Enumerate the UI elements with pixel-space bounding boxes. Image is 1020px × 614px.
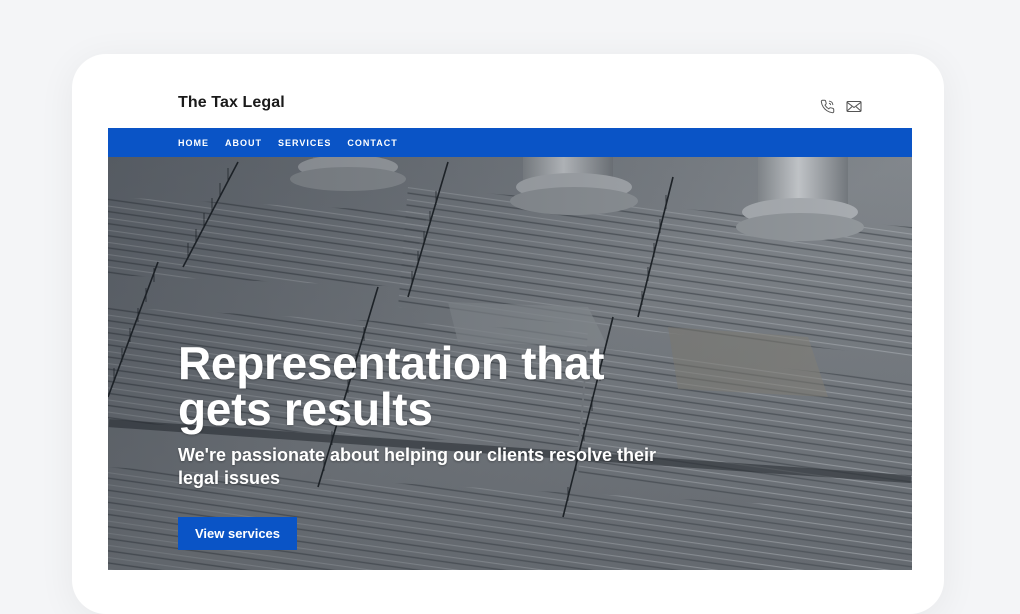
site-header: The Tax Legal bbox=[108, 84, 912, 128]
nav-item-home[interactable]: HOME bbox=[178, 138, 209, 148]
phone-icon[interactable] bbox=[819, 98, 836, 115]
main-navbar: HOME ABOUT SERVICES CONTACT bbox=[108, 128, 912, 157]
nav-item-contact[interactable]: CONTACT bbox=[347, 138, 397, 148]
nav-item-services[interactable]: SERVICES bbox=[278, 138, 331, 148]
header-icons bbox=[819, 98, 862, 115]
nav-list: HOME ABOUT SERVICES CONTACT bbox=[178, 128, 398, 157]
view-services-button[interactable]: View services bbox=[178, 517, 297, 550]
hero-title: Representation that gets results bbox=[178, 337, 605, 435]
hero-section: Representation that gets results We're p… bbox=[108, 157, 912, 570]
nav-item-about[interactable]: ABOUT bbox=[225, 138, 262, 148]
brand-logo[interactable]: The Tax Legal bbox=[178, 94, 285, 112]
mail-icon[interactable] bbox=[845, 98, 862, 115]
hero-subtitle: We're passionate about helping our clien… bbox=[178, 445, 657, 488]
